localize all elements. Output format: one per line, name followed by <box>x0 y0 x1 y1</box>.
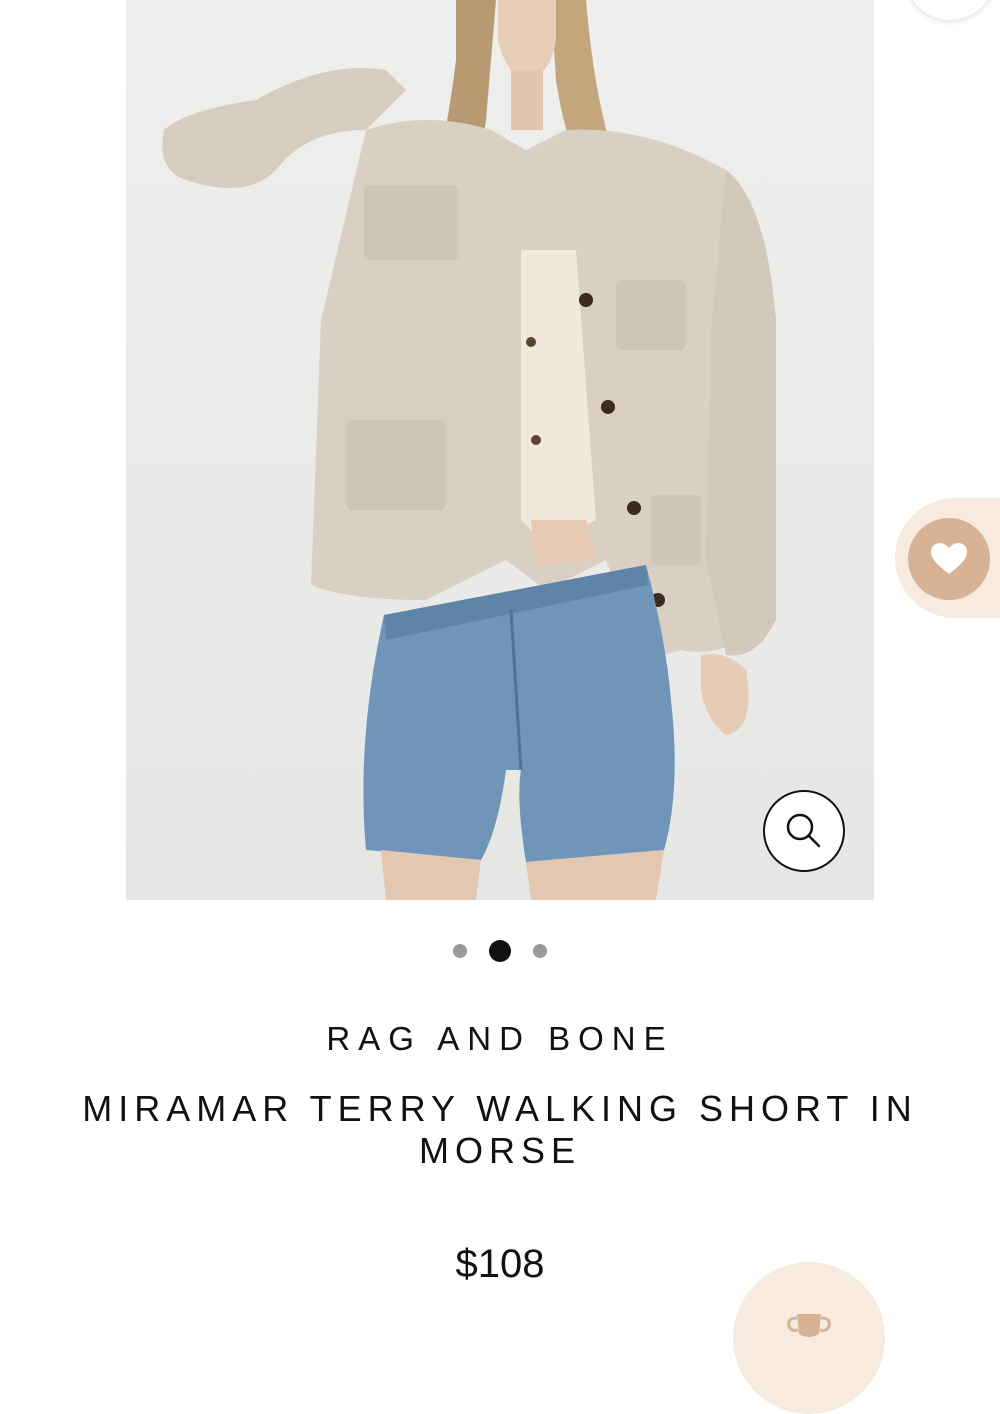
zoom-button[interactable] <box>763 790 845 872</box>
rewards-button[interactable] <box>733 1262 885 1414</box>
heart-icon <box>931 543 967 574</box>
trophy-icon <box>787 1314 831 1337</box>
carousel-dot-1[interactable] <box>453 944 467 958</box>
top-right-action-button[interactable] <box>905 0 995 20</box>
carousel-dot-2[interactable] <box>489 940 511 962</box>
product-brand[interactable]: RAG AND BONE <box>0 1020 1000 1058</box>
carousel-pagination <box>0 940 1000 962</box>
product-image[interactable] <box>126 0 874 900</box>
product-photo-illustration <box>162 0 776 900</box>
search-icon <box>786 813 821 848</box>
product-title: MIRAMAR TERRY WALKING SHORT IN MORSE <box>82 1088 918 1171</box>
wishlist-button[interactable] <box>908 518 990 600</box>
carousel-dot-3[interactable] <box>533 944 547 958</box>
